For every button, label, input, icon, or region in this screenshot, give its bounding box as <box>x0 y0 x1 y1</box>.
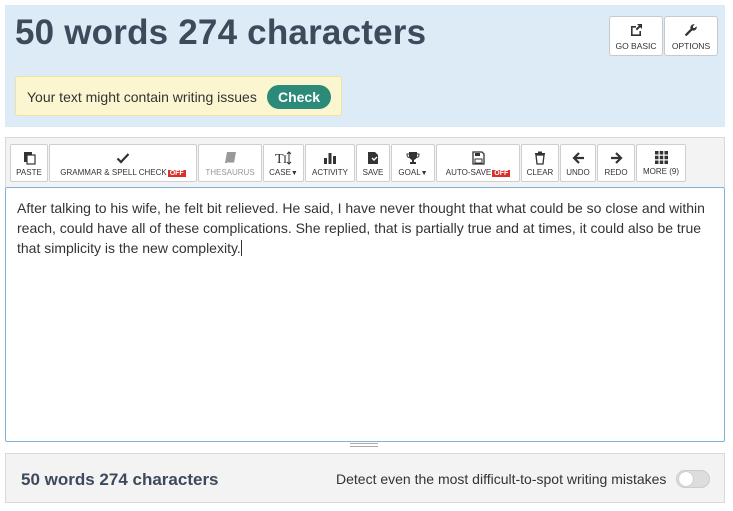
toolbar: PASTE GRAMMAR & SPELL CHECK OFF THESAURUS… <box>5 137 725 187</box>
goal-label: GOAL <box>398 168 421 177</box>
grammar-off-badge: OFF <box>167 170 186 177</box>
arrow-right-icon <box>610 152 623 164</box>
save-label: SAVE <box>362 168 384 177</box>
wrench-icon <box>685 24 697 36</box>
text-editor[interactable]: After talking to his wife, he felt bit r… <box>5 187 725 442</box>
checkmark-icon <box>116 153 130 164</box>
clear-label: CLEAR <box>526 168 554 177</box>
header-panel: 50 words 274 characters GO BASIC OPTIONS… <box>5 5 725 127</box>
paste-button[interactable]: PASTE <box>10 144 48 182</box>
case-button[interactable]: T I CASE▼ <box>263 144 304 182</box>
trash-icon <box>535 151 545 165</box>
case-label: CASE <box>269 168 291 177</box>
book-icon <box>224 152 236 164</box>
toggle-knob <box>679 472 693 486</box>
redo-label: REDO <box>604 168 628 177</box>
footer-bar: 50 words 274 characters Detect even the … <box>5 453 725 503</box>
writing-issues-text: Your text might contain writing issues <box>27 89 257 105</box>
redo-button[interactable]: REDO <box>597 144 635 182</box>
auto-save-button[interactable]: AUTO-SAVE OFF <box>436 144 520 182</box>
more-button[interactable]: MORE (9) <box>636 144 686 182</box>
grammar-spell-check-button[interactable]: GRAMMAR & SPELL CHECK OFF <box>49 144 197 182</box>
options-label: OPTIONS <box>671 41 711 51</box>
caret-down-icon: ▼ <box>290 170 298 177</box>
undo-label: UNDO <box>566 168 590 177</box>
editor-content[interactable]: After talking to his wife, he felt bit r… <box>17 198 715 258</box>
activity-button[interactable]: ACTIVITY <box>305 144 355 182</box>
undo-button[interactable]: UNDO <box>560 144 596 182</box>
svg-text:I: I <box>283 152 287 165</box>
floppy-disk-icon <box>471 151 485 165</box>
detect-mistakes-toggle[interactable] <box>676 470 710 488</box>
more-label: MORE (9) <box>643 167 679 176</box>
check-button[interactable]: Check <box>267 85 331 109</box>
text-cursor <box>240 240 242 256</box>
page-title: 50 words 274 characters <box>15 13 427 52</box>
save-button[interactable]: SAVE <box>356 144 390 182</box>
go-basic-label: GO BASIC <box>615 41 657 51</box>
clear-button[interactable]: CLEAR <box>521 144 559 182</box>
paste-icon <box>23 152 36 165</box>
grid-icon <box>654 151 668 164</box>
thesaurus-label: THESAURUS <box>205 168 255 177</box>
editor-resize-handle[interactable] <box>350 443 378 449</box>
word-character-count: 50 words 274 characters <box>21 470 219 489</box>
thesaurus-button[interactable]: THESAURUS <box>198 144 262 182</box>
grammar-label: GRAMMAR & SPELL CHECK <box>60 168 167 177</box>
auto-save-off-badge: OFF <box>492 170 511 177</box>
text-height-icon: T I <box>275 151 291 165</box>
editor-text: After talking to his wife, he felt bit r… <box>17 200 705 256</box>
writing-issues-banner: Your text might contain writing issues C… <box>15 76 342 116</box>
save-file-icon <box>367 152 378 164</box>
go-basic-button[interactable]: GO BASIC <box>609 16 663 56</box>
detect-mistakes-text: Detect even the most difficult-to-spot w… <box>336 471 667 487</box>
paste-label: PASTE <box>16 168 42 177</box>
bar-chart-icon <box>324 153 336 164</box>
options-button[interactable]: OPTIONS <box>664 16 718 56</box>
arrow-left-icon <box>571 152 584 164</box>
trophy-icon <box>406 152 420 164</box>
goal-button[interactable]: GOAL▼ <box>391 144 435 182</box>
activity-label: ACTIVITY <box>311 168 348 177</box>
caret-down-icon: ▼ <box>420 170 428 177</box>
external-link-icon <box>631 24 642 36</box>
auto-save-label: AUTO-SAVE <box>445 168 492 177</box>
